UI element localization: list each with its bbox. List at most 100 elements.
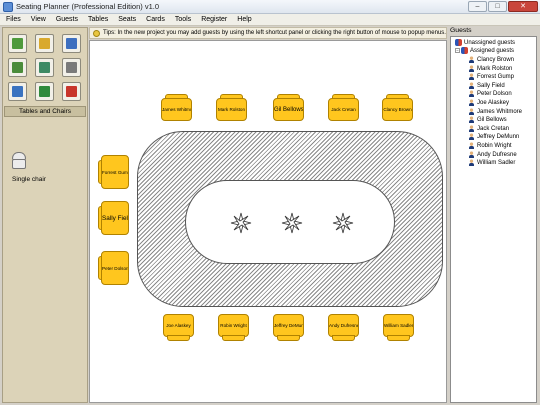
seat-label: Mark Rolston [216,98,247,121]
guest-list-item[interactable]: Andy Dufresne [468,150,517,159]
guest-list-item[interactable]: Sally Field [468,81,505,90]
power-button[interactable] [62,82,81,101]
seat-andy-dufresne[interactable]: Andy Dufresne [328,314,359,341]
seat-william-sadler[interactable]: William Sadler [383,314,414,341]
seat-label: Peter Dolson [101,251,129,285]
menu-register[interactable]: Register [201,14,227,25]
guest-list-item[interactable]: Gil Bellows [468,116,507,124]
menu-cards[interactable]: Cards [146,14,165,25]
person-icon [468,133,475,141]
seat-mark-rolston[interactable]: Mark Rolston [216,94,247,121]
flower-icon [332,212,354,234]
save-button[interactable] [62,34,81,53]
person-icon [468,116,475,124]
guest-list-item[interactable]: William Sadler [468,159,515,167]
tips-text: Tips: In the new project you may add gue… [103,30,446,36]
app-icon [3,2,13,12]
seat-label: Clancy Brown [382,98,413,121]
print-icon [66,62,77,73]
add-guest-button[interactable] [8,58,27,77]
seat-gil-bellows[interactable]: Gil Bellows [273,94,304,121]
seat-label: Jack Cretan [328,98,359,121]
seat-peter-dolson[interactable]: Peter Dolson [98,251,129,285]
guest-name: Sally Field [477,82,505,89]
guest-name: Peter Dolson [477,91,512,98]
guest-name: James Whitmore [477,108,523,115]
window-title: Seating Planner (Professional Edition) v… [16,2,159,11]
tables-and-chairs-header[interactable]: Tables and Chairs [4,106,86,117]
seat-jeffrey-demunn[interactable]: Jeffrey DeMunn [273,314,304,341]
seat-label: Forrest Gump [101,155,129,189]
new-project-icon [12,38,23,49]
left-shortcut-panel: Tables and Chairs Single chair [2,27,88,403]
person-icon [468,142,475,149]
guests-panel-title: Guests [450,27,472,34]
image-button[interactable] [35,58,54,77]
single-chair-label[interactable]: Single chair [12,176,46,183]
menu-bar: Files View Guests Tables Seats Cards Too… [0,14,540,26]
seat-label: James Whitmore [161,98,192,121]
guest-name: Forrest Gump [477,74,515,81]
guest-list-item[interactable]: Peter Dolson [468,90,512,98]
person-icon [468,81,475,89]
person-icon [468,56,475,63]
guest-name: Andy Dufresne [477,151,517,158]
print-button[interactable] [62,58,81,77]
minimize-button[interactable]: – [468,1,487,12]
unassigned-guests-node[interactable]: Unassigned guests [455,39,515,47]
guest-name: Joe Alaskey [477,100,510,107]
guest-list-item[interactable]: Clancy Brown [468,56,514,64]
guest-list-item[interactable]: Joe Alaskey [468,99,509,107]
menu-tables[interactable]: Tables [88,14,108,25]
banquet-table[interactable] [137,131,443,307]
guest-list-item[interactable]: Robin Wright [468,142,512,150]
menu-seats[interactable]: Seats [118,14,136,25]
guest-list-item[interactable]: Jack Cretan [468,124,510,133]
seat-robin-wright[interactable]: Robin Wright [218,314,249,341]
menu-guests[interactable]: Guests [56,14,78,25]
tips-bar: Tips: In the new project you may add gue… [89,27,447,39]
guest-name: Jack Cretan [477,125,510,132]
chart-button[interactable] [8,82,27,101]
guest-list-item[interactable]: Forrest Gump [468,73,514,81]
menu-view[interactable]: View [31,14,46,25]
guest-list-item[interactable]: Mark Rolston [468,64,513,73]
title-bar: Seating Planner (Professional Edition) v… [0,0,540,14]
assigned-guests-node[interactable]: − Assigned guests [455,47,514,55]
group-icon [455,39,462,46]
person-icon [468,64,475,72]
seat-forrest-gump[interactable]: Forrest Gump [98,155,129,189]
unassigned-guests-label: Unassigned guests [464,40,516,47]
add-guest-icon [12,62,23,73]
currency-button[interactable] [35,82,54,101]
flower-icon [230,212,252,234]
guest-list-item[interactable]: Jeffrey DeMunn [468,133,519,141]
menu-help[interactable]: Help [237,14,251,25]
single-chair-icon[interactable] [12,152,26,172]
guest-name: William Sadler [477,160,516,167]
seat-joe-alaskey[interactable]: Joe Alaskey [163,314,194,341]
seat-sally-field[interactable]: Sally Field [98,201,129,235]
close-button[interactable]: ✕ [508,1,538,12]
guest-name: Mark Rolston [477,65,513,72]
open-folder-button[interactable] [35,34,54,53]
guest-list-item[interactable]: James Whitmore [468,107,523,116]
toolbar [6,32,86,104]
image-icon [39,62,50,73]
collapse-toggle[interactable]: − [455,48,460,53]
currency-icon [39,86,50,97]
chart-icon [12,86,23,97]
table-centerpiece [185,180,395,264]
person-icon [468,99,475,106]
seat-label: Gil Bellows [273,98,304,121]
guest-name: Jeffrey DeMunn [477,134,520,141]
menu-tools[interactable]: Tools [175,14,191,25]
seat-james-whitmore[interactable]: James Whitmore [161,94,192,121]
seat-clancy-brown[interactable]: Clancy Brown [382,94,413,121]
seating-canvas[interactable]: James Whitmore Mark Rolston Gil Bellows … [89,40,447,403]
seat-jack-cretan[interactable]: Jack Cretan [328,94,359,121]
menu-files[interactable]: Files [6,14,21,25]
new-project-button[interactable] [8,34,27,53]
maximize-button[interactable]: □ [488,1,507,12]
guests-panel: Guests Unassigned guests − Assigned guest… [449,27,538,403]
